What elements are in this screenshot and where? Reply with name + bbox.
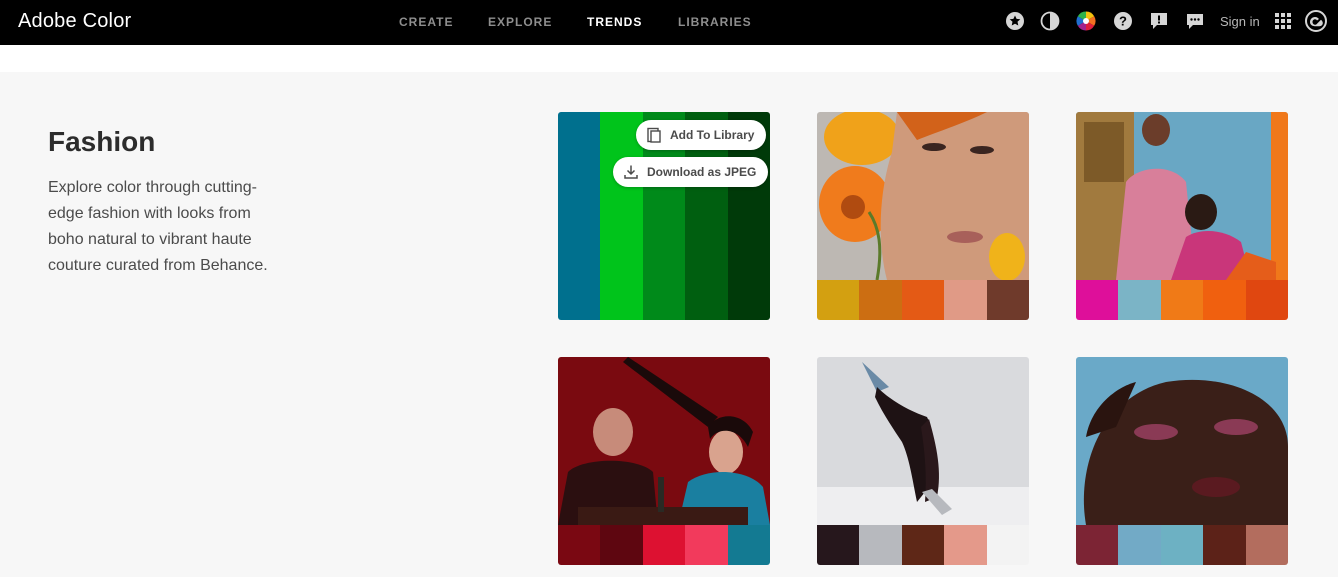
theme-contrast-icon[interactable] xyxy=(1040,11,1060,31)
swatch xyxy=(1245,280,1288,320)
download-jpeg-button[interactable]: Download as JPEG xyxy=(613,157,769,187)
nav-create[interactable]: CREATE xyxy=(399,15,453,29)
swatch xyxy=(600,112,643,320)
creative-cloud-icon[interactable] xyxy=(1304,10,1328,32)
swatch xyxy=(1160,525,1204,565)
swatch xyxy=(901,525,945,565)
swatch xyxy=(1160,280,1204,320)
add-to-library-button[interactable]: Add To Library xyxy=(636,120,767,150)
download-icon xyxy=(624,165,638,179)
swatch xyxy=(642,525,686,565)
trend-card[interactable] xyxy=(1076,112,1288,320)
color-wheel-icon[interactable] xyxy=(1076,11,1096,31)
swatch xyxy=(817,525,860,565)
svg-text:?: ? xyxy=(1119,14,1127,29)
brand-logo[interactable]: Adobe Color xyxy=(18,10,131,33)
swatch xyxy=(1203,280,1246,320)
color-swatches xyxy=(558,525,770,565)
library-icon xyxy=(647,127,661,143)
nav-explore[interactable]: EXPLORE xyxy=(488,15,552,29)
swatch xyxy=(859,280,902,320)
swatch xyxy=(817,280,860,320)
nav-libraries[interactable]: LIBRARIES xyxy=(678,15,752,29)
swatch xyxy=(1118,280,1161,320)
section-description: Explore color through cutting-edge fashi… xyxy=(48,179,268,274)
sign-in-link[interactable]: Sign in xyxy=(1220,14,1260,29)
swatch xyxy=(727,525,770,565)
swatch xyxy=(944,525,987,565)
swatch xyxy=(600,525,643,565)
chat-icon[interactable] xyxy=(1185,11,1205,31)
color-swatches xyxy=(817,280,1029,320)
swatch xyxy=(685,525,728,565)
palette-card[interactable]: Add To Library Download as JPEG xyxy=(558,112,770,320)
section-title: Fashion xyxy=(48,126,156,157)
swatch xyxy=(1245,525,1288,565)
color-swatches xyxy=(1076,280,1288,320)
download-jpeg-label: Download as JPEG xyxy=(647,165,757,179)
add-to-library-label: Add To Library xyxy=(670,128,755,142)
trend-card[interactable] xyxy=(558,357,770,565)
fashion-photo xyxy=(817,112,1029,280)
swatch xyxy=(1203,525,1246,565)
trend-card[interactable] xyxy=(1076,357,1288,565)
help-icon[interactable]: ? xyxy=(1113,11,1133,31)
swatch xyxy=(1118,525,1161,565)
apps-grid-icon[interactable] xyxy=(1273,11,1293,31)
swatch xyxy=(986,525,1029,565)
trend-card[interactable] xyxy=(817,112,1029,320)
swatch xyxy=(1076,280,1119,320)
swatch xyxy=(558,525,601,565)
color-swatches xyxy=(817,525,1029,565)
fashion-photo xyxy=(1076,112,1288,280)
swatch xyxy=(558,112,601,320)
feedback-icon[interactable] xyxy=(1149,11,1169,31)
subheader-band xyxy=(0,45,1338,72)
fashion-photo xyxy=(817,357,1029,525)
color-swatches xyxy=(1076,525,1288,565)
fashion-photo xyxy=(1076,357,1288,525)
trend-card[interactable] xyxy=(817,357,1029,565)
swatch xyxy=(901,280,945,320)
top-nav-bar: Adobe Color CREATE EXPLORE TRENDS LIBRAR… xyxy=(0,0,1338,45)
nav-trends[interactable]: TRENDS xyxy=(587,15,642,29)
swatch xyxy=(986,280,1029,320)
fashion-photo xyxy=(558,357,770,525)
star-icon[interactable] xyxy=(1005,11,1025,31)
swatch xyxy=(859,525,902,565)
swatch xyxy=(1076,525,1119,565)
swatch xyxy=(944,280,987,320)
